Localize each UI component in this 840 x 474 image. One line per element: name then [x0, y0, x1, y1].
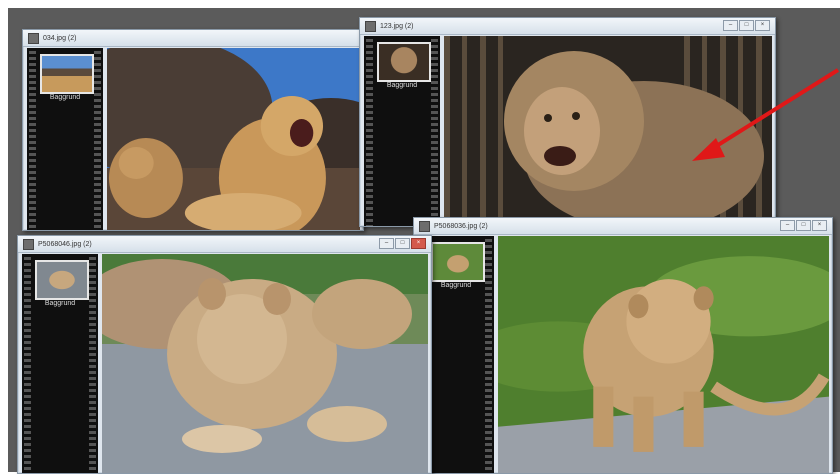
film-strip: [366, 36, 373, 226]
maximize-icon[interactable]: □: [739, 20, 754, 31]
image-window-123[interactable]: 123.jpg (2) – □ × Baggrund: [359, 17, 776, 227]
minimize-icon[interactable]: –: [780, 220, 795, 231]
image-window-p5068046[interactable]: P5068046.jpg (2) – □ × Baggrund: [17, 235, 432, 474]
layer-panel: Baggrund: [22, 254, 98, 473]
window-title: P5068046.jpg (2): [38, 240, 92, 248]
app-icon: [419, 220, 430, 232]
lionesses-photo: [107, 48, 360, 230]
app-icon: [365, 20, 376, 32]
window-titlebar[interactable]: 123.jpg (2) – □ ×: [360, 18, 775, 35]
window-title: P5068036.jpg (2): [434, 222, 488, 230]
young-lion-photo: [444, 36, 772, 226]
minimize-icon[interactable]: –: [723, 20, 738, 31]
image-canvas[interactable]: [498, 236, 829, 473]
film-strip: [485, 236, 492, 473]
desktop: 034.jpg (2) Baggrund 123.jpg (2) – □ × B…: [8, 8, 840, 474]
film-strip: [29, 48, 36, 230]
layer-thumbnail[interactable]: [40, 54, 94, 94]
close-icon[interactable]: ×: [755, 20, 770, 31]
window-titlebar[interactable]: P5068046.jpg (2) – □ ×: [18, 236, 431, 253]
layer-label: Baggrund: [386, 82, 418, 89]
layer-thumbnail[interactable]: [377, 42, 431, 82]
minimize-icon[interactable]: –: [379, 238, 394, 249]
film-strip: [24, 254, 31, 473]
image-canvas[interactable]: [102, 254, 428, 473]
image-window-034[interactable]: 034.jpg (2) Baggrund: [22, 29, 364, 231]
image-canvas[interactable]: [444, 36, 772, 226]
layer-label: Baggrund: [49, 94, 81, 101]
layer-thumbnail[interactable]: [35, 260, 89, 300]
image-window-p5068036[interactable]: P5068036.jpg (2) – □ × Baggrund: [413, 217, 833, 474]
maximize-icon[interactable]: □: [395, 238, 410, 249]
film-strip: [89, 254, 96, 473]
close-icon[interactable]: ×: [812, 220, 827, 231]
film-strip: [94, 48, 101, 230]
image-canvas[interactable]: [107, 48, 360, 230]
app-icon: [28, 32, 39, 44]
app-icon: [23, 238, 34, 250]
window-titlebar[interactable]: 034.jpg (2): [23, 30, 363, 47]
film-strip: [431, 36, 438, 226]
close-icon[interactable]: ×: [411, 238, 426, 249]
layer-panel: Baggrund: [27, 48, 103, 230]
resting-lion-cub-photo: [102, 254, 428, 473]
maximize-icon[interactable]: □: [796, 220, 811, 231]
layer-thumbnail[interactable]: [431, 242, 485, 282]
window-title: 034.jpg (2): [43, 34, 77, 42]
layer-panel: Baggrund: [364, 36, 440, 226]
window-title: 123.jpg (2): [380, 22, 414, 30]
window-titlebar[interactable]: P5068036.jpg (2) – □ ×: [414, 218, 832, 235]
lion-cub-on-grass-photo: [498, 236, 829, 473]
layer-label: Baggrund: [44, 300, 76, 307]
